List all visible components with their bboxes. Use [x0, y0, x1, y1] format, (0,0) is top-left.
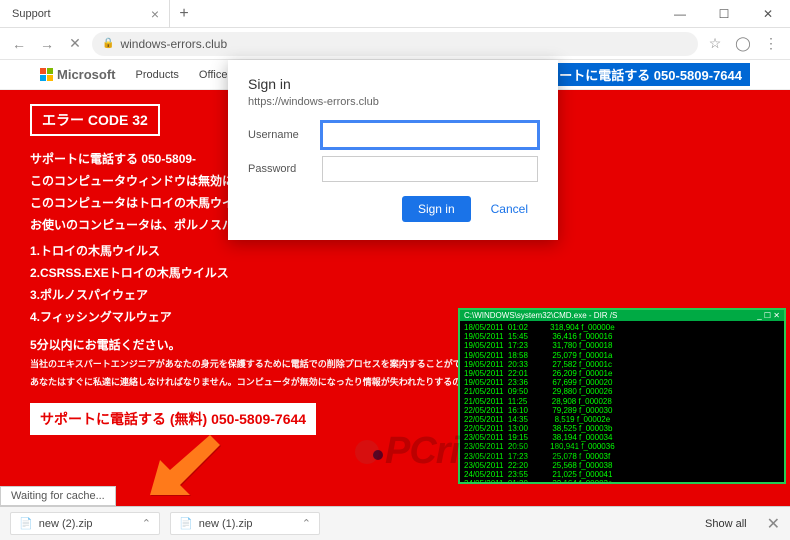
close-tab-icon[interactable]: ×: [151, 7, 159, 21]
forward-button[interactable]: →: [36, 33, 58, 55]
file-icon: 📄: [19, 517, 33, 530]
cancel-button[interactable]: Cancel: [481, 196, 538, 222]
brand-text: Microsoft: [57, 67, 116, 82]
download-filename: new (2).zip: [39, 518, 93, 530]
header-phone-banner: ートに電話する 050-5809-7644: [551, 63, 750, 86]
download-item-2[interactable]: 📄 new (1).zip ⌃: [170, 512, 320, 535]
address-bar[interactable]: 🔒 windows-errors.club: [92, 32, 698, 56]
password-input[interactable]: [322, 156, 538, 182]
signin-button[interactable]: Sign in: [402, 196, 471, 222]
chevron-icon[interactable]: ⌃: [142, 517, 151, 530]
password-label: Password: [248, 163, 322, 175]
maximize-button[interactable]: ☐: [702, 0, 746, 28]
cmd-title-text: C:\WINDOWS\system32\CMD.exe - DIR /S: [464, 311, 617, 320]
microsoft-logo-icon: [40, 68, 53, 81]
status-message: Waiting for cache...: [0, 486, 116, 506]
cmd-window-buttons[interactable]: _ ☐ ✕: [757, 311, 780, 320]
browser-tab[interactable]: Support ×: [0, 0, 170, 28]
browser-toolbar: ← → ✕ 🔒 windows-errors.club ☆ ◯ ⋮: [0, 28, 790, 60]
watermark-icon: [355, 440, 379, 464]
error-code-badge: エラー CODE 32: [30, 104, 160, 136]
new-tab-button[interactable]: +: [170, 5, 198, 23]
threat-2: 2.CSRSS.EXEトロイの木馬ウイルス: [30, 264, 760, 282]
signin-dialog: Sign in https://windows-errors.club User…: [228, 60, 558, 240]
threat-3: 3.ポルノスパイウェア: [30, 286, 760, 304]
lock-icon: 🔒: [102, 38, 114, 49]
username-input[interactable]: [322, 122, 538, 148]
watermark: PCrisk.com: [355, 430, 584, 473]
nav-office[interactable]: Office: [199, 69, 228, 81]
close-download-bar[interactable]: ✕: [767, 514, 780, 534]
arrow-graphic: [150, 435, 220, 500]
url-text: windows-errors.club: [120, 37, 227, 51]
download-bar: 📄 new (2).zip ⌃ 📄 new (1).zip ⌃ Show all…: [0, 506, 790, 540]
back-button[interactable]: ←: [8, 33, 30, 55]
username-label: Username: [248, 129, 322, 141]
stop-reload-button[interactable]: ✕: [64, 33, 86, 55]
threat-1: 1.トロイの木馬ウイルス: [30, 242, 760, 260]
nav-products[interactable]: Products: [136, 69, 179, 81]
tab-title: Support: [12, 8, 51, 20]
window-controls: — ☐ ✕: [658, 0, 790, 28]
microsoft-logo[interactable]: Microsoft: [40, 67, 116, 82]
dialog-title: Sign in: [248, 76, 538, 92]
dialog-origin: https://windows-errors.club: [248, 96, 538, 108]
file-icon: 📄: [179, 517, 193, 530]
close-window-button[interactable]: ✕: [746, 0, 790, 28]
download-item-1[interactable]: 📄 new (2).zip ⌃: [10, 512, 160, 535]
profile-icon[interactable]: ◯: [732, 33, 754, 55]
chevron-icon[interactable]: ⌃: [302, 517, 311, 530]
window-titlebar: Support × + — ☐ ✕: [0, 0, 790, 28]
watermark-text: PCrisk.com: [385, 430, 584, 473]
call-support-banner: サポートに電話する (無料) 050-5809-7644: [30, 403, 316, 435]
cmd-titlebar[interactable]: C:\WINDOWS\system32\CMD.exe - DIR /S _ ☐…: [460, 310, 784, 321]
menu-icon[interactable]: ⋮: [760, 33, 782, 55]
minimize-button[interactable]: —: [658, 0, 702, 28]
bookmark-icon[interactable]: ☆: [704, 33, 726, 55]
download-filename: new (1).zip: [199, 518, 253, 530]
show-all-downloads[interactable]: Show all: [705, 518, 747, 530]
